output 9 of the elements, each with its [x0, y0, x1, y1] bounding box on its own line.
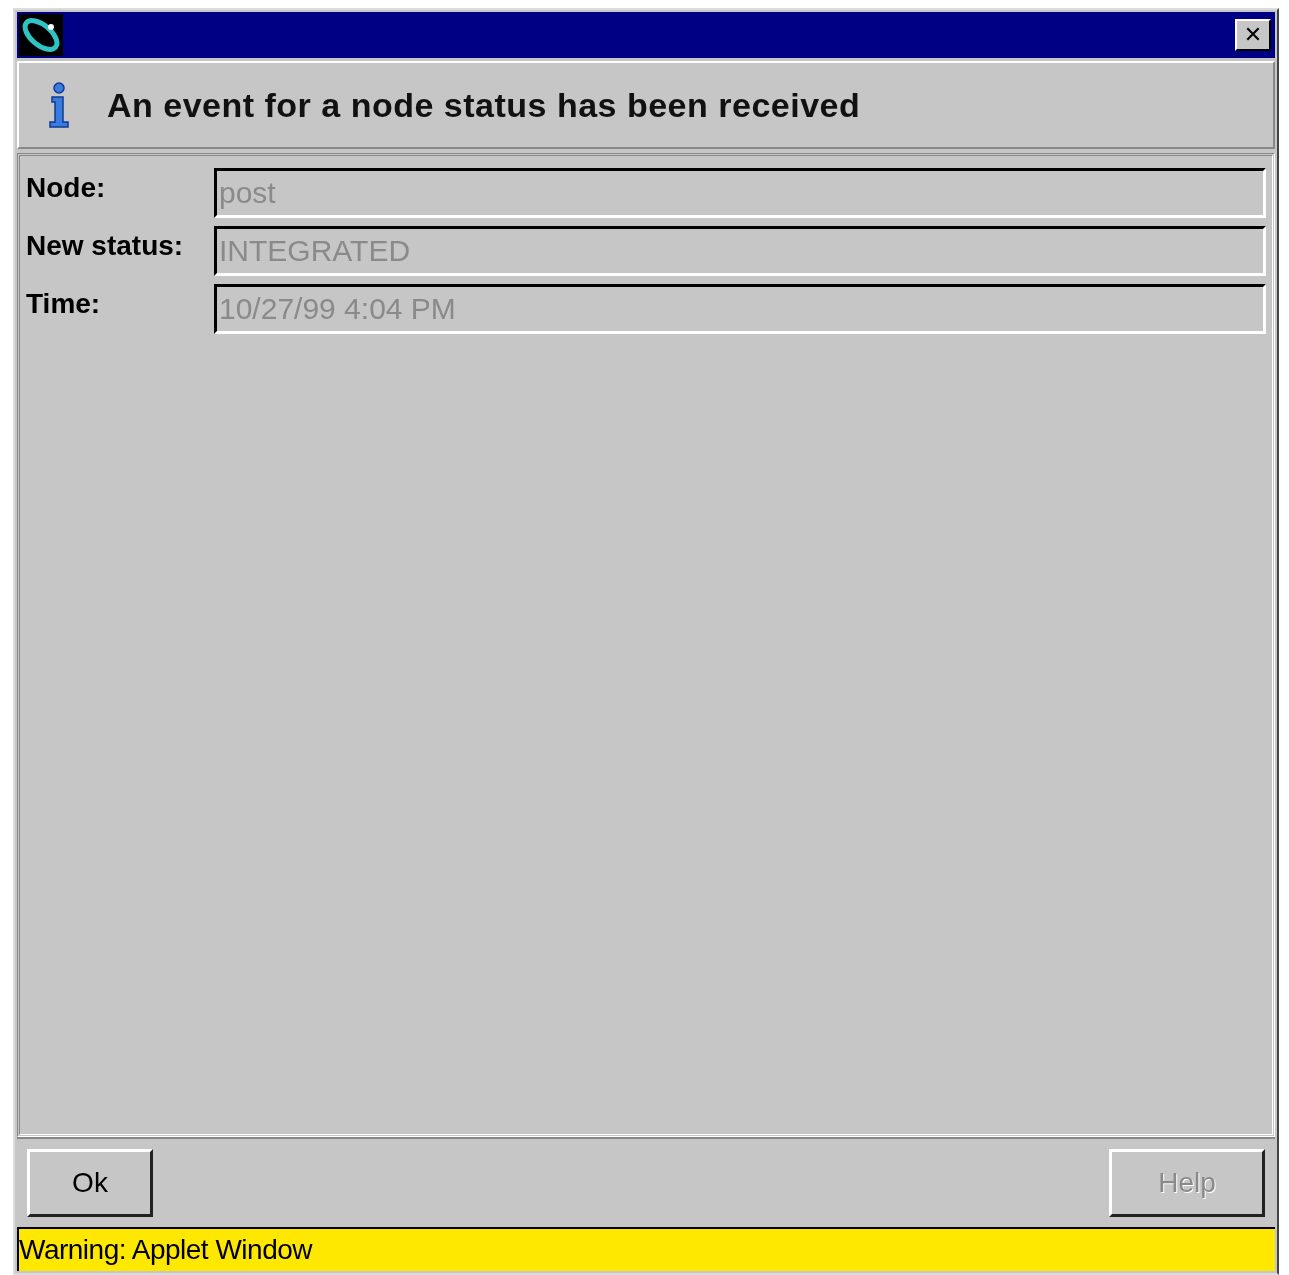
field-label: Node:	[26, 171, 107, 204]
warning-bar: Warning: Applet Window	[17, 1227, 1275, 1271]
field-label: New status:	[26, 229, 185, 262]
field-label: Time:	[26, 287, 102, 320]
ring-icon	[19, 14, 63, 56]
close-button[interactable]: ✕	[1235, 19, 1271, 51]
info-icon	[47, 82, 71, 128]
ok-button[interactable]: Ok	[27, 1149, 153, 1217]
header-message: An event for a node status has been received	[107, 85, 861, 125]
